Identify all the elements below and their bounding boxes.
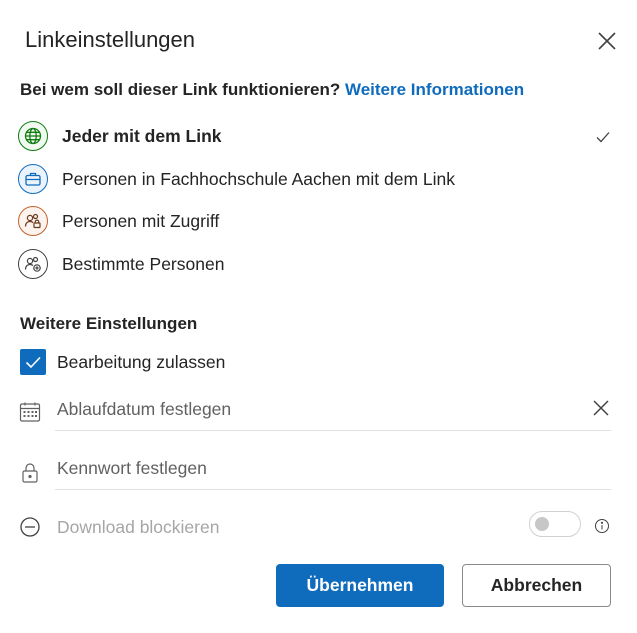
- option-specific-people[interactable]: Bestimmte Personen: [18, 247, 618, 281]
- allow-editing-label: Bearbeitung zulassen: [57, 352, 226, 372]
- checkmark-icon: [596, 132, 610, 143]
- audience-question: Bei wem soll dieser Link funktionieren? …: [20, 80, 524, 100]
- audience-question-text: Bei wem soll dieser Link funktionieren?: [20, 80, 341, 99]
- calendar-icon: [18, 400, 42, 424]
- option-existing-access[interactable]: Personen mit Zugriff: [18, 204, 618, 238]
- people-lock-icon: [18, 206, 48, 236]
- option-label: Personen in Fachhochschule Aachen mit de…: [62, 168, 456, 189]
- option-anyone[interactable]: Jeder mit dem Link: [18, 119, 618, 153]
- apply-button[interactable]: Übernehmen: [276, 564, 444, 607]
- toggle-knob: [535, 517, 549, 531]
- more-settings-heading: Weitere Einstellungen: [20, 314, 198, 333]
- expiration-date-input[interactable]: [55, 391, 557, 427]
- lock-icon: [18, 461, 42, 485]
- close-icon: [598, 32, 616, 50]
- people-add-icon: [18, 249, 48, 279]
- clear-expiration-button[interactable]: [591, 398, 611, 418]
- selected-check: [594, 128, 612, 146]
- close-button[interactable]: [595, 29, 619, 53]
- password-input[interactable]: [55, 450, 557, 486]
- globe-icon: [18, 121, 48, 151]
- block-download-label: Download blockieren: [57, 517, 220, 537]
- checkmark-icon: [25, 356, 41, 369]
- option-label: Jeder mit dem Link: [62, 125, 222, 146]
- allow-editing-checkbox[interactable]: [20, 349, 46, 375]
- option-organization[interactable]: Personen in Fachhochschule Aachen mit de…: [18, 162, 618, 196]
- info-icon[interactable]: [594, 518, 610, 534]
- option-label: Personen mit Zugriff: [62, 210, 220, 231]
- close-icon: [593, 400, 609, 416]
- expiration-date-field[interactable]: [55, 391, 611, 431]
- cancel-button[interactable]: Abbrechen: [462, 564, 611, 607]
- briefcase-icon: [18, 164, 48, 194]
- block-download-toggle[interactable]: [529, 511, 581, 537]
- dialog-title: Linkeinstellungen: [25, 27, 196, 52]
- option-label: Bestimmte Personen: [62, 253, 225, 274]
- password-field[interactable]: [55, 450, 611, 490]
- block-icon: [18, 515, 42, 539]
- more-info-link[interactable]: Weitere Informationen: [345, 80, 524, 99]
